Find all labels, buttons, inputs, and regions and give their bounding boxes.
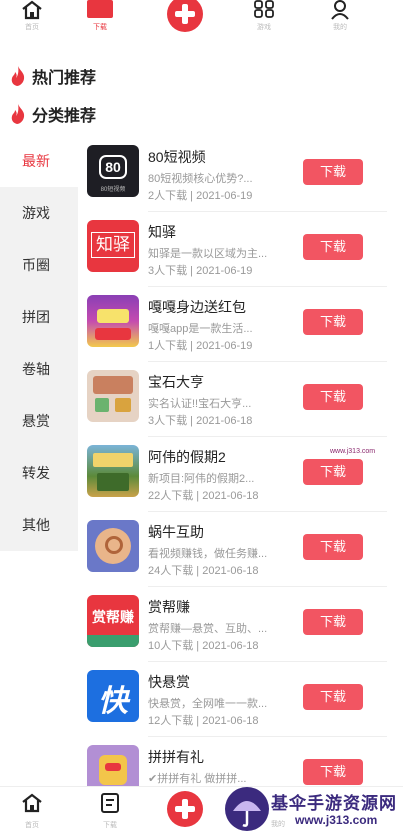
app-description: 快悬赏，全网唯一一款... xyxy=(148,698,268,710)
download-button[interactable]: 下载 xyxy=(303,459,363,485)
publish-plus-button[interactable] xyxy=(167,0,203,32)
category-share[interactable]: 转发 xyxy=(0,447,78,499)
app-icon-label: 80 xyxy=(99,155,127,179)
app-meta: 1人下载 | 2021-06-19 xyxy=(148,340,253,352)
app-meta: 24人下载 | 2021-06-18 xyxy=(148,565,259,577)
app-meta: 2人下载 | 2021-06-19 xyxy=(148,190,253,202)
app-meta: 3人下载 | 2021-06-19 xyxy=(148,265,253,277)
app-meta: 3人下载 | 2021-06-18 xyxy=(148,415,253,427)
nav-profile-label: 我的 xyxy=(333,24,347,31)
app-icon: 80 80短视频 xyxy=(87,145,139,197)
app-name: 蜗牛互助 xyxy=(148,524,204,540)
user-icon xyxy=(331,0,349,20)
app-name: 80短视频 xyxy=(148,149,206,165)
top-navigation: 首页 下载 游戏 我的 xyxy=(0,0,403,40)
app-description: 新项目:阿伟的假期2... xyxy=(148,473,255,485)
nav-games[interactable]: 游戏 xyxy=(234,0,294,36)
category-recommend-label: 分类推荐 xyxy=(32,108,97,125)
app-icon-label: 赏帮赚 xyxy=(92,609,134,625)
app-description: ✔拼拼有礼 做拼拼... xyxy=(148,773,247,785)
app-name: 知驿 xyxy=(148,224,176,240)
download-button[interactable]: 下载 xyxy=(303,534,363,560)
nav-home[interactable]: 首页 xyxy=(2,0,62,36)
list-item[interactable]: 快 快悬赏 快悬赏，全网唯一一款... 12人下载 | 2021-06-18 下… xyxy=(87,662,387,737)
download-button[interactable]: 下载 xyxy=(303,759,363,785)
app-icon xyxy=(87,295,139,347)
app-description: 80短视频核心优势?... xyxy=(148,173,253,185)
category-group-buy[interactable]: 拼团 xyxy=(0,291,78,343)
list-item[interactable]: 嘎嘎身边送红包 嘎嘎app是一款生活... 1人下载 | 2021-06-19 … xyxy=(87,287,387,362)
app-icon: 赏帮赚 xyxy=(87,595,139,647)
app-icon-label: 快 xyxy=(98,685,128,718)
list-item[interactable]: 80 80短视频 80短视频 80短视频核心优势?... 2人下载 | 2021… xyxy=(87,137,387,212)
home-icon xyxy=(22,0,42,20)
app-name: 拼拼有礼 xyxy=(148,749,204,765)
list-item[interactable]: 赏帮赚 赏帮赚 赏帮赚—悬赏、互助、... 10人下载 | 2021-06-18… xyxy=(87,587,387,662)
flame-icon xyxy=(11,66,25,86)
app-name: 快悬赏 xyxy=(148,674,190,690)
app-meta: 12人下载 | 2021-06-18 xyxy=(148,715,259,727)
category-latest[interactable]: 最新 xyxy=(0,135,78,187)
list-item[interactable]: 知驿 知驿 知驿是一款以区域为主... 3人下载 | 2021-06-19 下载 xyxy=(87,212,387,287)
bottom-nav-home-label: 首页 xyxy=(25,822,39,829)
hot-recommend-heading: 热门推荐 xyxy=(10,64,96,88)
download-button[interactable]: 下载 xyxy=(303,384,363,410)
download-button[interactable]: 下载 xyxy=(303,159,363,185)
download-icon xyxy=(101,793,119,813)
grid-icon xyxy=(254,0,274,18)
app-name: 宝石大亨 xyxy=(148,374,204,390)
publish-plus-button[interactable] xyxy=(167,791,203,827)
nav-download-label: 下载 xyxy=(93,24,107,31)
category-crypto[interactable]: 币圈 xyxy=(0,239,78,291)
app-icon-sublabel: 80短视频 xyxy=(100,187,126,193)
watermark-logo xyxy=(225,787,269,831)
app-icon-label: 知驿 xyxy=(91,232,135,258)
app-name: 嘎嘎身边送红包 xyxy=(148,299,246,315)
download-button[interactable]: 下载 xyxy=(303,309,363,335)
umbrella-icon xyxy=(233,801,261,827)
app-icon xyxy=(87,520,139,572)
category-games[interactable]: 游戏 xyxy=(0,187,78,239)
app-meta: 22人下载 | 2021-06-18 xyxy=(148,490,259,502)
app-meta: 10人下载 | 2021-06-18 xyxy=(148,640,259,652)
app-name: 阿伟的假期2 xyxy=(148,449,226,465)
home-icon xyxy=(22,793,42,813)
app-description: 看视频赚钱，做任务赚... xyxy=(148,548,268,560)
site-watermark: 基伞手游资源网 www.j313.com xyxy=(225,785,403,838)
flame-icon xyxy=(11,104,25,124)
bottom-nav-download[interactable]: 下载 xyxy=(90,793,130,830)
watermark-small: www.j313.com xyxy=(330,448,376,455)
download-button[interactable]: 下载 xyxy=(303,684,363,710)
app-icon xyxy=(87,445,139,497)
app-name: 赏帮赚 xyxy=(148,599,190,615)
watermark-url: www.j313.com xyxy=(295,813,378,827)
download-icon xyxy=(87,0,113,18)
hot-recommend-label: 热门推荐 xyxy=(32,70,97,87)
download-button[interactable]: 下载 xyxy=(303,609,363,635)
category-recommend-heading: 分类推荐 xyxy=(10,102,96,126)
bottom-nav-download-label: 下载 xyxy=(103,822,117,829)
app-icon: 快 xyxy=(87,670,139,722)
nav-profile[interactable]: 我的 xyxy=(310,0,370,36)
app-icon: 知驿 xyxy=(87,220,139,272)
category-scroll[interactable]: 卷轴 xyxy=(0,343,78,395)
category-other[interactable]: 其他 xyxy=(0,499,78,551)
app-icon xyxy=(87,370,139,422)
app-description: 实名认证!!宝石大亨... xyxy=(148,398,252,410)
bottom-nav-home[interactable]: 首页 xyxy=(12,793,52,830)
category-bounty[interactable]: 悬赏 xyxy=(0,395,78,447)
nav-download[interactable]: 下载 xyxy=(70,0,130,36)
app-description: 嘎嘎app是一款生活... xyxy=(148,323,253,335)
nav-home-label: 首页 xyxy=(25,24,39,31)
app-description: 赏帮赚—悬赏、互助、... xyxy=(148,623,268,635)
watermark-title: 基伞手游资源网 xyxy=(271,794,397,813)
category-sidebar: 最新 游戏 币圈 拼团 卷轴 悬赏 转发 其他 xyxy=(0,135,78,551)
list-item[interactable]: 宝石大亨 实名认证!!宝石大亨... 3人下载 | 2021-06-18 下载 xyxy=(87,362,387,437)
nav-games-label: 游戏 xyxy=(257,24,271,31)
list-item[interactable]: 蜗牛互助 看视频赚钱，做任务赚... 24人下载 | 2021-06-18 下载 xyxy=(87,512,387,587)
app-description: 知驿是一款以区域为主... xyxy=(148,248,268,260)
download-button[interactable]: 下载 xyxy=(303,234,363,260)
